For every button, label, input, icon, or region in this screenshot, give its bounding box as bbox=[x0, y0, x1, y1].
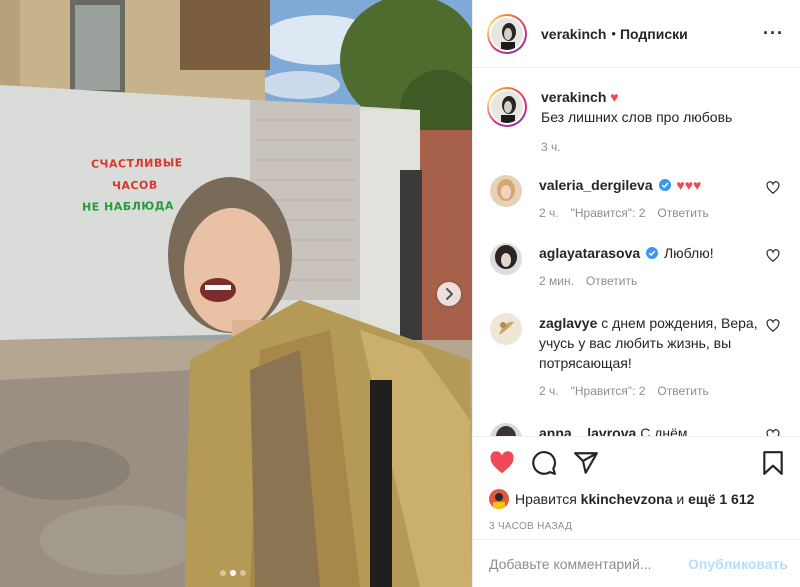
caption-username[interactable]: verakinch bbox=[541, 89, 606, 105]
commenter-avatar[interactable] bbox=[490, 423, 522, 436]
carousel-dot bbox=[240, 570, 246, 576]
wall-graffiti-line-2: ЧАСОВ bbox=[111, 178, 158, 193]
liker-avatar[interactable] bbox=[489, 489, 509, 509]
publish-button[interactable]: Опубликовать bbox=[688, 556, 788, 572]
liker-username[interactable]: kkinchevzona bbox=[581, 491, 673, 507]
comment-likes-count[interactable]: "Нравится": 2 bbox=[571, 203, 646, 223]
comment-like-icon[interactable] bbox=[766, 319, 780, 333]
comment-likes-count[interactable]: "Нравится": 2 bbox=[571, 381, 646, 401]
comment-username[interactable]: aglayatarasova bbox=[539, 245, 640, 261]
wall-graffiti-line-3: НЕ НАБЛЮДА bbox=[81, 199, 175, 214]
heart-filled-icon[interactable] bbox=[489, 450, 515, 476]
comment-input[interactable] bbox=[489, 555, 689, 572]
author-username[interactable]: verakinch bbox=[541, 26, 606, 42]
caption-text: Без лишних слов про любовь bbox=[541, 109, 733, 125]
comment-like-icon[interactable] bbox=[766, 429, 780, 436]
comment-item: anna__lavrova С днём bbox=[487, 423, 784, 436]
likes-count-button[interactable]: ещё 1 612 bbox=[688, 491, 754, 507]
post-header: verakinch • Подписки ··· bbox=[473, 0, 800, 68]
photo-scene bbox=[0, 0, 472, 587]
header-separator: • bbox=[611, 26, 616, 41]
next-photo-button[interactable] bbox=[437, 282, 461, 306]
post-side-panel: verakinch • Подписки ··· verakinch ♥ Без… bbox=[472, 0, 800, 587]
chevron-right-icon bbox=[446, 288, 453, 300]
author-avatar[interactable] bbox=[487, 13, 527, 54]
caption-avatar-image bbox=[491, 91, 523, 123]
caption-time: 3 ч. bbox=[541, 140, 561, 154]
carousel-dot-active bbox=[230, 570, 236, 576]
verified-badge-icon bbox=[658, 179, 671, 191]
comment-item: aglayatarasova Люблю! 2 мин. Ответить bbox=[487, 243, 784, 291]
post-photo[interactable]: СЧАСТЛИВЫЕ ЧАСОВ НЕ НАБЛЮДА bbox=[0, 0, 472, 587]
comment-item: zaglavye с днем рождения, Вера, учусь у … bbox=[487, 313, 784, 401]
comment-text: ♥♥♥ bbox=[676, 177, 702, 193]
likes-and: и bbox=[676, 491, 685, 507]
commenter-avatar[interactable] bbox=[490, 175, 522, 207]
caption-avatar[interactable] bbox=[487, 87, 527, 127]
carousel-indicator bbox=[220, 570, 246, 576]
comment-like-icon[interactable] bbox=[766, 181, 780, 195]
post-timestamp[interactable]: 3 ЧАСОВ НАЗАД bbox=[489, 521, 786, 532]
comment-meta: 2 ч. "Нравится": 2 Ответить bbox=[539, 381, 769, 401]
commenter-avatar[interactable] bbox=[490, 313, 522, 345]
post-actions: Нравится kkinchevzona и ещё 1 612 3 ЧАСО… bbox=[473, 436, 800, 532]
more-options-icon[interactable]: ··· bbox=[763, 23, 784, 44]
likes-prefix: Нравится bbox=[515, 491, 577, 507]
post-caption: verakinch ♥ Без лишних слов про любовь 3… bbox=[487, 69, 784, 157]
comment-time[interactable]: 2 мин. bbox=[539, 271, 574, 291]
comment-username[interactable]: anna__lavrova bbox=[539, 425, 636, 436]
author-avatar-image bbox=[491, 17, 523, 50]
comment-username[interactable]: zaglavye bbox=[539, 315, 597, 331]
reply-button[interactable]: Ответить bbox=[657, 203, 708, 223]
comment-meta: 2 ч. "Нравится": 2 Ответить bbox=[539, 203, 769, 223]
comment-text: С днём bbox=[640, 425, 688, 436]
heart-emoji-icon: ♥ bbox=[610, 89, 619, 105]
comment-time[interactable]: 2 ч. bbox=[539, 381, 559, 401]
comment-item: valeria_dergileva ♥♥♥ 2 ч. "Нравится": 2… bbox=[487, 175, 784, 223]
commenter-avatar[interactable] bbox=[490, 243, 522, 275]
verified-badge-icon bbox=[646, 247, 659, 259]
comment-time[interactable]: 2 ч. bbox=[539, 203, 559, 223]
carousel-dot bbox=[220, 570, 226, 576]
reply-button[interactable]: Ответить bbox=[657, 381, 708, 401]
bookmark-icon[interactable] bbox=[760, 450, 786, 476]
add-comment-form: Опубликовать bbox=[473, 539, 800, 587]
share-icon[interactable] bbox=[573, 450, 599, 476]
comment-icon[interactable] bbox=[531, 450, 557, 476]
likes-summary: Нравится kkinchevzona и ещё 1 612 bbox=[489, 489, 786, 509]
comment-text: Люблю! bbox=[663, 245, 714, 261]
comments-list[interactable]: verakinch ♥ Без лишних слов про любовь 3… bbox=[473, 69, 800, 436]
following-button[interactable]: Подписки bbox=[620, 26, 688, 42]
wall-graffiti-line-1: СЧАСТЛИВЫЕ bbox=[90, 156, 183, 171]
action-icons bbox=[489, 449, 786, 477]
comment-username[interactable]: valeria_dergileva bbox=[539, 177, 653, 193]
comment-like-icon[interactable] bbox=[766, 249, 780, 263]
comment-meta: 2 мин. Ответить bbox=[539, 271, 769, 291]
reply-button[interactable]: Ответить bbox=[586, 271, 637, 291]
